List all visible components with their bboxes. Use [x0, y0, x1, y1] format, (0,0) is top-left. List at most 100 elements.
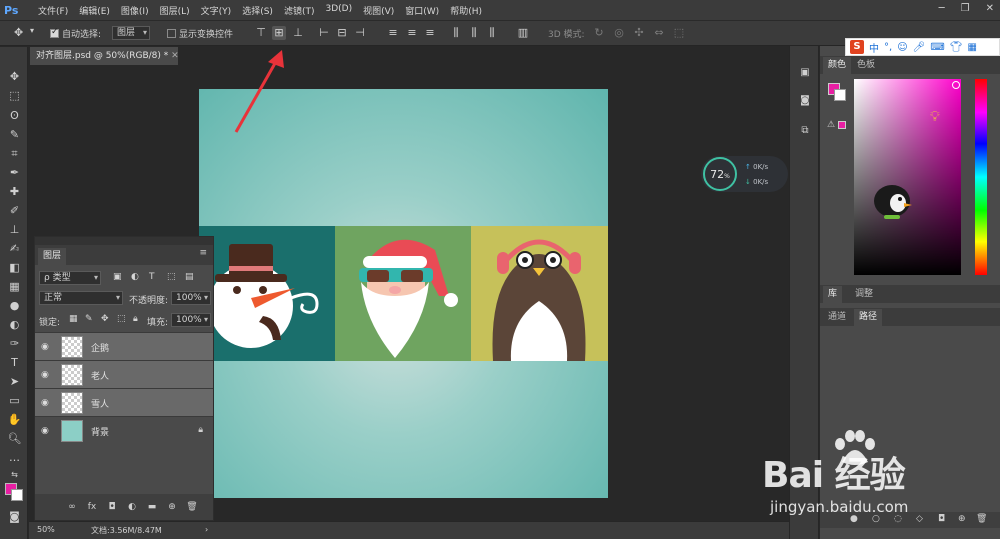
menu-edit[interactable]: 编辑(E) — [75, 4, 114, 17]
filter-adjustment-icon[interactable]: ◐ — [131, 272, 139, 282]
menu-window[interactable]: 窗口(W) — [401, 4, 443, 17]
align-horizontal-center-icon[interactable]: ⊟ — [335, 26, 349, 40]
filter-type-icon[interactable]: T — [149, 272, 155, 282]
ime-language[interactable]: 中 — [869, 40, 879, 55]
visibility-eye-icon[interactable]: ◉ — [41, 342, 53, 352]
color-picker-cursor[interactable] — [952, 81, 960, 89]
new-group-icon[interactable]: ▬ — [145, 500, 159, 514]
brush-tool-icon[interactable]: ✐ — [7, 203, 22, 218]
delete-layer-icon[interactable]: 🗑︎ — [185, 500, 199, 514]
more-tools-icon[interactable]: … — [7, 450, 22, 465]
restore-button[interactable]: ❐ — [961, 3, 970, 14]
move-tool-icon[interactable]: ✥ — [7, 69, 22, 84]
add-mask-icon[interactable]: ◘ — [105, 500, 119, 514]
menu-3d[interactable]: 3D(D) — [321, 4, 356, 17]
marquee-tool-icon[interactable]: ⬚ — [7, 88, 22, 103]
menu-layer[interactable]: 图层(L) — [156, 4, 194, 17]
roll-3d-icon[interactable]: ◎ — [612, 26, 626, 40]
opacity-input[interactable]: 100% — [171, 291, 211, 305]
menu-view[interactable]: 视图(V) — [359, 4, 398, 17]
tab-channels[interactable]: 通道 — [823, 309, 851, 326]
emoji-icon[interactable]: ☺ — [897, 42, 907, 53]
layer-row-snowman[interactable]: ◉ 雪人 — [35, 388, 213, 416]
panel-menu-icon[interactable]: ≡ — [199, 248, 207, 258]
filter-smart-object-icon[interactable]: ▤ — [185, 272, 194, 282]
quick-mask-icon[interactable]: ◙ — [7, 509, 22, 524]
healing-brush-tool-icon[interactable]: ✚ — [7, 184, 22, 199]
minimize-button[interactable]: ─ — [939, 3, 945, 14]
link-layers-icon[interactable]: ∞ — [65, 500, 79, 514]
blur-tool-icon[interactable]: ● — [7, 298, 22, 313]
tab-color[interactable]: 颜色 — [823, 57, 852, 74]
tab-layers[interactable]: 图层 — [38, 248, 67, 265]
align-bottom-icon[interactable]: ⊥ — [291, 26, 305, 40]
orbit-3d-icon[interactable]: ↻ — [592, 26, 606, 40]
visibility-eye-icon[interactable]: ◉ — [41, 426, 53, 436]
swap-colors-icon[interactable]: ⇆ — [7, 467, 22, 482]
tab-adjustments[interactable]: 调整 — [850, 286, 878, 303]
align-left-icon[interactable]: ⊢ — [317, 26, 331, 40]
warning-icon[interactable]: ⚠ — [827, 120, 835, 130]
punctuation-icon[interactable]: °, — [884, 42, 892, 53]
menu-image[interactable]: 图像(I) — [117, 4, 153, 17]
zoom-level[interactable]: 50% — [37, 525, 55, 534]
layer-style-icon[interactable]: fx — [85, 500, 99, 514]
zoom-tool-icon[interactable]: 🔍︎ — [7, 431, 22, 446]
lock-image-icon[interactable]: ✎ — [85, 314, 93, 324]
quick-select-tool-icon[interactable]: ✎ — [7, 127, 22, 142]
layer-row-penguin[interactable]: ◉ 企鹅 — [35, 332, 213, 360]
properties-panel-icon[interactable]: ◙ — [798, 94, 812, 108]
layer-filter-dropdown[interactable]: ρ 类型 — [39, 271, 101, 285]
slide-3d-icon[interactable]: ⇔ — [652, 26, 666, 40]
auto-select-checkbox[interactable]: 自动选择: — [50, 27, 101, 40]
auto-select-dropdown[interactable]: 图层 — [112, 26, 151, 40]
network-speed-widget[interactable]: 72% ↑ 0K/s ↓ 0K/s — [701, 156, 788, 192]
artboard[interactable] — [199, 89, 608, 498]
microphone-icon[interactable]: 🎤︎ — [913, 42, 926, 53]
close-button[interactable]: ✕ — [986, 3, 994, 14]
visibility-eye-icon[interactable]: ◉ — [41, 370, 53, 380]
dodge-tool-icon[interactable]: ◐ — [7, 317, 22, 332]
background-color-swatch[interactable] — [11, 489, 23, 501]
ime-toolbar[interactable]: S 中 °, ☺ 🎤︎ ⌨ 👕︎ ▦ — [845, 38, 1000, 56]
background-color-swatch[interactable] — [834, 89, 846, 101]
status-menu-arrow-icon[interactable]: › — [205, 525, 208, 534]
menu-help[interactable]: 帮助(H) — [446, 4, 486, 17]
menu-type[interactable]: 文字(Y) — [197, 4, 236, 17]
tab-libraries[interactable]: 库 — [823, 286, 843, 303]
drag-3d-icon[interactable]: ✣ — [632, 26, 646, 40]
skin-icon[interactable]: 👕︎ — [950, 42, 963, 53]
menu-file[interactable]: 文件(F) — [34, 4, 72, 17]
eyedropper-tool-icon[interactable]: ✒ — [7, 165, 22, 180]
new-layer-icon[interactable]: ⊕ — [165, 500, 179, 514]
align-vertical-center-icon[interactable]: ⊞ — [272, 26, 286, 40]
menu-select[interactable]: 选择(S) — [238, 4, 277, 17]
visibility-eye-icon[interactable]: ◉ — [41, 398, 53, 408]
move-tool-icon[interactable]: ✥ — [14, 26, 23, 39]
pen-tool-icon[interactable]: ✑ — [7, 336, 22, 351]
crop-tool-icon[interactable]: ⌗ — [7, 146, 22, 161]
show-transform-checkbox[interactable]: 显示变换控件 — [167, 27, 233, 40]
toolbox-icon[interactable]: ▦ — [967, 42, 976, 53]
brush-settings-icon[interactable]: ⧉ — [798, 124, 812, 138]
layers-panel-header[interactable] — [35, 237, 213, 245]
align-right-icon[interactable]: ⊣ — [353, 26, 367, 40]
menu-filter[interactable]: 滤镜(T) — [280, 4, 319, 17]
history-panel-icon[interactable]: ▣ — [798, 66, 812, 80]
lock-all-icon[interactable]: 🔒︎ — [133, 314, 138, 324]
tab-paths[interactable]: 路径 — [854, 309, 883, 326]
tab-swatches[interactable]: 色板 — [852, 57, 880, 74]
distribute-top-icon[interactable]: ≡ — [386, 26, 400, 40]
layer-row-oldman[interactable]: ◉ 老人 — [35, 360, 213, 388]
layer-row-background[interactable]: ◉ 背景 🔒︎ — [35, 416, 213, 444]
path-select-tool-icon[interactable]: ➤ — [7, 374, 22, 389]
rectangle-tool-icon[interactable]: ▭ — [7, 393, 22, 408]
hue-slider[interactable] — [975, 79, 987, 275]
fill-input[interactable]: 100% — [171, 313, 211, 327]
lock-artboard-icon[interactable]: ⬚ — [117, 314, 126, 324]
history-brush-tool-icon[interactable]: ✍ — [7, 241, 22, 256]
gradient-tool-icon[interactable]: ▦ — [7, 279, 22, 294]
scale-3d-icon[interactable]: ⬚ — [672, 26, 686, 40]
distribute-right-icon[interactable]: ⫼ — [485, 26, 499, 40]
type-tool-icon[interactable]: T — [7, 355, 22, 370]
